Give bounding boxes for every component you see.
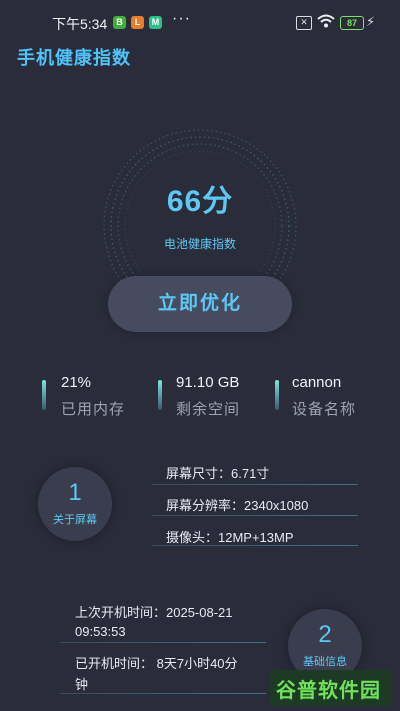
divider xyxy=(60,642,266,643)
free-space-value: 91.10 GB xyxy=(176,374,240,391)
screen-size-text: 屏幕尺寸：6.71寸 xyxy=(166,466,270,481)
app-notification-icon: B xyxy=(113,16,126,29)
last-boot-time-text: 上次开机时间：2025-08-21 xyxy=(75,605,233,620)
divider xyxy=(152,545,358,546)
divider xyxy=(60,693,266,694)
stat-indicator-bar xyxy=(158,380,162,410)
app-notification-icon: M xyxy=(149,16,162,29)
app-notification-icon: L xyxy=(131,16,144,29)
device-name-label: 设备名称 xyxy=(292,401,357,418)
section-number: 1 xyxy=(68,479,82,506)
stat-indicator-bar xyxy=(275,380,279,410)
status-time: 下午5:34 xyxy=(52,16,108,32)
camera-text: 摄像头：12MP+13MP xyxy=(166,530,294,545)
status-bar: 下午5:34 B L M ··· ✕ 87 ⚡ xyxy=(0,10,400,34)
wifi-icon xyxy=(317,14,335,28)
uptime-text-continued: 钟 xyxy=(75,677,89,692)
divider xyxy=(152,484,358,485)
more-notifications-icon: ··· xyxy=(172,10,191,27)
page-title: 手机健康指数 xyxy=(17,48,131,68)
battery-icon: 87 xyxy=(340,16,364,30)
uptime-text: 已开机时间： 8天7小时40分 xyxy=(75,656,238,671)
about-screen-badge: 1 关于屏幕 xyxy=(38,467,112,541)
health-score: 66分 xyxy=(166,185,234,218)
watermark-logo: 谷普软件园 xyxy=(276,680,381,702)
optimize-button[interactable]: 立即优化 xyxy=(108,276,292,332)
device-name-value: cannon xyxy=(292,374,342,391)
divider xyxy=(152,515,358,516)
free-space-label: 剩余空间 xyxy=(176,401,241,418)
memory-used-label: 已用内存 xyxy=(61,401,126,418)
memory-used-value: 21% xyxy=(61,374,92,391)
screen-resolution-text: 屏幕分辨率：2340x1080 xyxy=(166,498,309,513)
section-label: 基础信息 xyxy=(303,656,347,668)
no-sim-icon: ✕ xyxy=(296,16,312,30)
last-boot-time-value: 09:53:53 xyxy=(75,624,126,639)
stat-indicator-bar xyxy=(42,380,46,410)
health-score-label: 电池健康指数 xyxy=(163,237,236,251)
section-label: 关于屏幕 xyxy=(53,514,97,526)
section-number: 2 xyxy=(318,621,332,648)
charging-icon: ⚡ xyxy=(366,14,376,29)
